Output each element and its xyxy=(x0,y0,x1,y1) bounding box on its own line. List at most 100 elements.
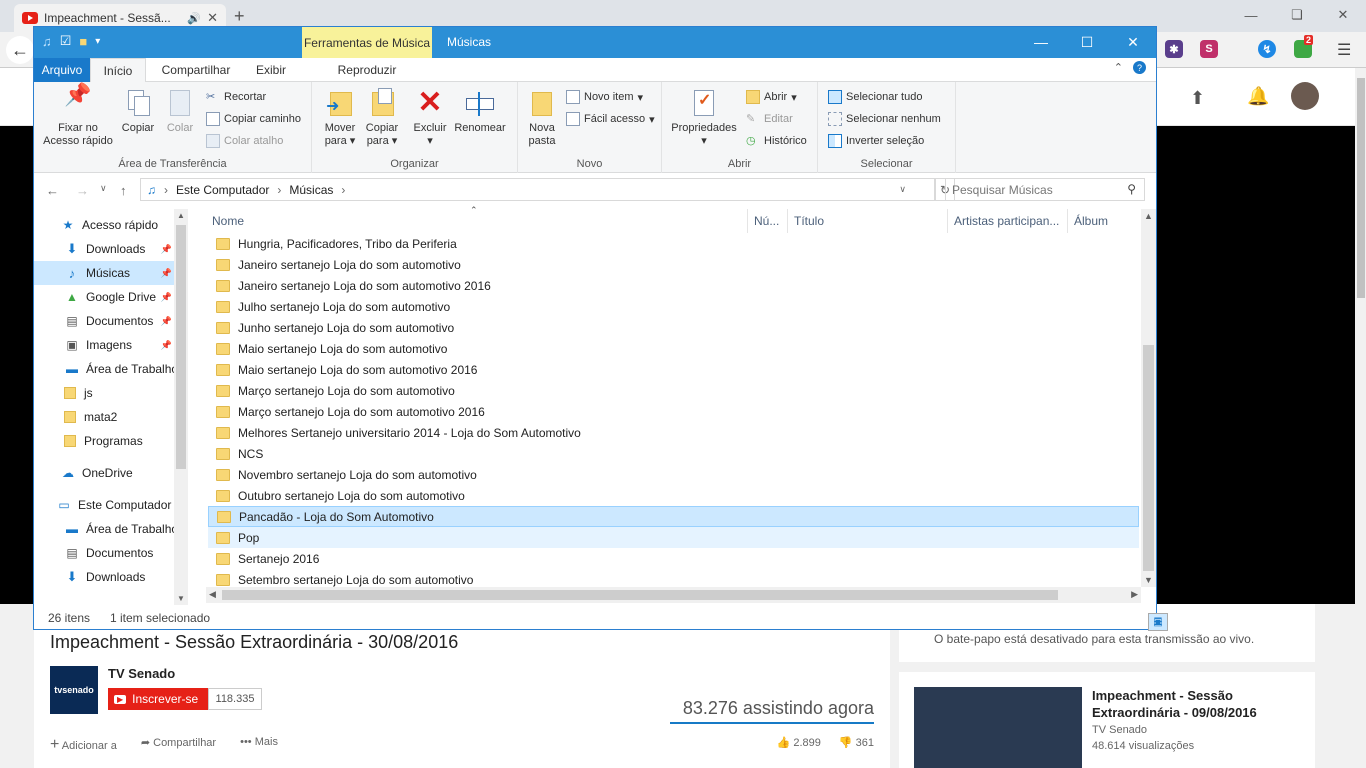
chrome-menu-icon[interactable]: ☰ xyxy=(1337,40,1351,60)
tab-share[interactable]: Compartilhar xyxy=(150,58,242,82)
explorer-titlebar[interactable]: ♫ ☑ ■ ▾ Ferramentas de Música Músicas — … xyxy=(34,27,1156,58)
page-scrollbar[interactable] xyxy=(1355,68,1366,768)
channel-logo[interactable]: tvsenado xyxy=(50,666,98,714)
up-arrow-icon[interactable]: ↑ xyxy=(120,183,127,198)
column-name[interactable]: Nome xyxy=(206,209,748,233)
nav-item[interactable]: ▤ Documentos 📌 xyxy=(34,309,174,333)
notifications-icon[interactable]: 🔔 xyxy=(1247,86,1269,107)
minimize-icon[interactable]: — xyxy=(1018,27,1064,57)
column-album[interactable]: Álbum xyxy=(1068,209,1141,233)
nav-item[interactable]: ▲ Google Drive 📌 xyxy=(34,285,174,309)
address-dropdown-icon[interactable]: ∨ xyxy=(899,184,906,195)
nav-item[interactable]: ▬ Área de Trabalho xyxy=(34,357,174,381)
channel-name[interactable]: TV Senado xyxy=(108,666,175,681)
back-button[interactable]: ← xyxy=(6,36,34,64)
recommended-title[interactable]: Impeachment - Sessão Extraordinária - 09… xyxy=(1092,687,1292,721)
nav-item[interactable]: mata2 xyxy=(34,405,174,429)
chevron-right-icon[interactable]: › xyxy=(341,183,345,197)
close-icon[interactable]: ✕ xyxy=(1320,0,1366,30)
breadcrumb-computer[interactable]: Este Computador xyxy=(176,183,269,197)
new-tab-button[interactable]: + xyxy=(234,6,245,27)
speaker-icon[interactable]: 🔊 xyxy=(187,12,201,25)
like-button[interactable]: 👍 2.899 xyxy=(777,736,821,749)
file-row[interactable]: Janeiro sertanejo Loja do som automotivo… xyxy=(208,275,1139,296)
nav-item[interactable]: js xyxy=(34,381,174,405)
upload-icon[interactable]: ⬆ xyxy=(1190,88,1205,109)
chevron-right-icon[interactable]: › xyxy=(164,183,168,197)
properties-qat-icon[interactable]: ☑ xyxy=(60,33,72,49)
avatar[interactable] xyxy=(1291,82,1319,110)
nav-item[interactable]: ▣ Imagens 📌 xyxy=(34,333,174,357)
tab-home[interactable]: Início xyxy=(90,58,146,82)
file-row[interactable]: Janeiro sertanejo Loja do som automotivo xyxy=(208,254,1139,275)
breadcrumb-music[interactable]: Músicas xyxy=(289,183,333,197)
file-list-hscrollbar[interactable]: ◀ ▶ xyxy=(206,587,1141,603)
easy-access-button[interactable]: Fácil acesso ▾ xyxy=(566,112,655,126)
tab-view[interactable]: Exibir xyxy=(244,58,298,82)
file-row[interactable]: NCS xyxy=(208,443,1139,464)
file-row[interactable]: Julho sertanejo Loja do som automotivo xyxy=(208,296,1139,317)
s-extension-icon[interactable]: S xyxy=(1200,40,1218,58)
qat-dropdown-icon[interactable]: ▾ xyxy=(95,36,100,47)
nav-item[interactable]: ☁ OneDrive xyxy=(34,461,174,485)
history-button[interactable]: ◷ Histórico xyxy=(746,134,807,148)
restore-icon[interactable]: ❏ xyxy=(1274,0,1320,30)
large-icons-view-icon[interactable]: ▣ xyxy=(1148,613,1168,631)
cut-button[interactable]: ✂ Recortar xyxy=(206,90,266,104)
paste-button[interactable]: Colar xyxy=(162,88,198,135)
nav-item[interactable]: ⬇ Downloads xyxy=(34,565,174,589)
tab-play[interactable]: Reproduzir xyxy=(302,58,432,82)
chevron-right-icon[interactable]: › xyxy=(277,183,281,197)
messenger-icon[interactable]: ↯ xyxy=(1258,40,1276,58)
file-row[interactable]: Março sertanejo Loja do som automotivo 2… xyxy=(208,401,1139,422)
maximize-icon[interactable]: ☐ xyxy=(1064,27,1110,57)
new-folder-qat-icon[interactable]: ■ xyxy=(79,34,87,49)
forward-arrow-icon[interactable]: → xyxy=(76,183,89,198)
subscribe-button[interactable]: ▶ Inscrever-se xyxy=(108,688,208,710)
file-row[interactable]: Sertanejo 2016 xyxy=(208,548,1139,569)
nav-item[interactable]: ♪ Músicas 📌 xyxy=(34,261,174,285)
nav-scrollbar[interactable]: ▲ ▼ xyxy=(174,209,188,605)
nav-item[interactable]: Programas xyxy=(34,429,174,453)
share-button[interactable]: ➦ Compartilhar xyxy=(141,736,216,754)
select-all-button[interactable]: Selecionar tudo xyxy=(828,90,922,104)
address-bar[interactable]: ♫ › Este Computador › Músicas › ∨ xyxy=(140,178,935,201)
column-number[interactable]: Nú... xyxy=(748,209,788,233)
select-none-button[interactable]: Selecionar nenhum xyxy=(828,112,941,126)
dislike-button[interactable]: 👎 361 xyxy=(839,736,874,749)
new-folder-button[interactable]: Nova pasta xyxy=(524,88,560,148)
nav-item[interactable]: ★ Acesso rápido xyxy=(34,213,174,237)
open-button[interactable]: Abrir ▾ xyxy=(746,90,797,104)
close-icon[interactable]: ✕ xyxy=(1110,27,1156,57)
file-row[interactable]: Hungria, Pacificadores, Tribo da Perifer… xyxy=(208,233,1139,254)
nav-item[interactable]: ▬ Área de Trabalho xyxy=(34,517,174,541)
properties-button[interactable]: ✓ Propriedades ▾ xyxy=(668,88,740,148)
paste-shortcut-button[interactable]: Colar atalho xyxy=(206,134,283,148)
pin-button[interactable]: 📌 Fixar no Acesso rápido xyxy=(40,84,116,148)
nav-item[interactable]: ▤ Documentos xyxy=(34,541,174,565)
add-to-button[interactable]: + Adicionar a xyxy=(50,736,117,754)
column-title[interactable]: Título xyxy=(788,209,948,233)
file-row[interactable]: Maio sertanejo Loja do som automotivo xyxy=(208,338,1139,359)
search-input[interactable]: Pesquisar Músicas ⚲ xyxy=(945,178,1145,201)
new-item-button[interactable]: Novo item ▾ xyxy=(566,90,643,104)
copy-path-button[interactable]: Copiar caminho xyxy=(206,112,301,126)
help-icon[interactable]: ? xyxy=(1133,61,1146,74)
move-to-button[interactable]: ➜ Mover para ▾ xyxy=(320,88,360,148)
nav-item[interactable]: ▭ Este Computador xyxy=(34,493,174,517)
file-row[interactable]: Março sertanejo Loja do som automotivo xyxy=(208,380,1139,401)
file-row[interactable]: Maio sertanejo Loja do som automotivo 20… xyxy=(208,359,1139,380)
back-arrow-icon[interactable]: ← xyxy=(46,183,59,198)
nav-item[interactable]: ⬇ Downloads 📌 xyxy=(34,237,174,261)
file-row[interactable]: Melhores Sertanejo universitario 2014 - … xyxy=(208,422,1139,443)
file-row[interactable]: Pop xyxy=(208,527,1139,548)
edit-button[interactable]: ✎ Editar xyxy=(746,112,793,126)
invert-selection-button[interactable]: Inverter seleção xyxy=(828,134,924,148)
column-artists[interactable]: Artistas participan... xyxy=(948,209,1068,233)
file-list-vscrollbar[interactable]: ▲ ▼ xyxy=(1141,209,1156,587)
copy-button[interactable]: Copiar xyxy=(118,88,158,135)
file-row[interactable]: Junho sertanejo Loja do som automotivo xyxy=(208,317,1139,338)
recent-dropdown-icon[interactable]: ∨ xyxy=(100,183,107,194)
file-row[interactable]: Pancadão - Loja do Som Automotivo xyxy=(208,506,1139,527)
extension-icon[interactable]: ✱ xyxy=(1165,40,1183,58)
